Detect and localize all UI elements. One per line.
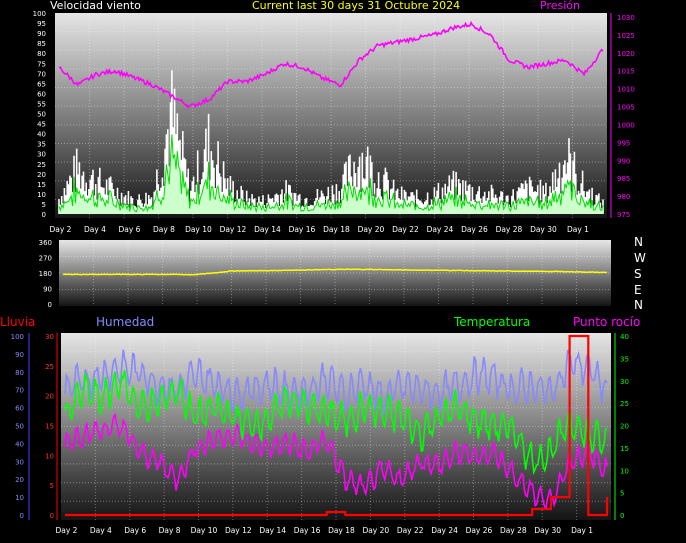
pressure-y-tick-label: 1005 bbox=[617, 104, 635, 112]
temperature-y-tick-label: 30 bbox=[620, 378, 629, 386]
wind-x-tick-label: Day 22 bbox=[392, 225, 419, 234]
climate-x-tick-label: Day 14 bbox=[259, 526, 286, 535]
pressure-y-tick-label: 985 bbox=[617, 175, 630, 183]
wind-x-tick-label: Day 6 bbox=[118, 225, 140, 234]
temperature-y-tick-label: 0 bbox=[620, 512, 624, 520]
wind-x-tick-label: Day 8 bbox=[153, 225, 175, 234]
pressure-y-tick-label: 1025 bbox=[617, 32, 635, 40]
rain-y-tick-label: 20 bbox=[45, 393, 54, 401]
humidity-y-tick-label: 10 bbox=[15, 494, 24, 502]
climate-x-tick-label: Day 30 bbox=[534, 526, 561, 535]
temperature-y-tick-label: 40 bbox=[620, 333, 629, 341]
rain-y-tick-label: 5 bbox=[50, 482, 54, 490]
humidity-y-tick-label: 40 bbox=[15, 440, 24, 448]
humidity-y-tick-label: 60 bbox=[15, 405, 24, 413]
wind-x-tick-label: Day 18 bbox=[323, 225, 350, 234]
temperature-y-tick-label: 5 bbox=[620, 490, 624, 498]
direction-y-tick-label: 90 bbox=[43, 286, 52, 294]
wind-y-tick-label: 60 bbox=[37, 90, 46, 98]
rain-y-tick-label: 25 bbox=[45, 363, 54, 371]
wind-x-tick-label: Day 26 bbox=[461, 225, 488, 234]
wind-x-tick-label: Day 4 bbox=[84, 225, 106, 234]
humidity-y-tick-label: 0 bbox=[20, 512, 24, 520]
wind-x-tick-label: Day 16 bbox=[289, 225, 316, 234]
wind-y-tick-label: 90 bbox=[37, 30, 46, 38]
climate-x-tick-label: Day 20 bbox=[362, 526, 389, 535]
humidity-y-tick-label: 100 bbox=[11, 333, 24, 341]
charts-canvas: 0510152025303540455055606570758085909510… bbox=[11, 10, 635, 535]
wind-x-tick-label: Day 14 bbox=[254, 225, 281, 234]
temperature-y-tick-label: 15 bbox=[620, 445, 629, 453]
rain-y-tick-label: 0 bbox=[50, 512, 54, 520]
humidity-y-tick-label: 80 bbox=[15, 369, 24, 377]
pressure-y-tick-label: 1015 bbox=[617, 68, 635, 76]
pressure-y-tick-label: 1010 bbox=[617, 86, 635, 94]
pressure-y-tick-label: 980 bbox=[617, 193, 630, 201]
wind-y-tick-label: 95 bbox=[37, 20, 46, 28]
pressure-y-tick-label: 1020 bbox=[617, 50, 635, 58]
rain-y-tick-label: 15 bbox=[45, 423, 54, 431]
wind-y-tick-label: 55 bbox=[37, 100, 46, 108]
wind-y-tick-label: 70 bbox=[37, 70, 46, 78]
wind-y-tick-label: 40 bbox=[37, 131, 46, 139]
wind-y-tick-label: 100 bbox=[33, 10, 46, 18]
rain-y-tick-label: 30 bbox=[45, 333, 54, 341]
wind-y-tick-label: 65 bbox=[37, 80, 46, 88]
pressure-y-tick-label: 1000 bbox=[617, 121, 635, 129]
wind-y-tick-label: 20 bbox=[37, 171, 46, 179]
wind-x-tick-label: Day 10 bbox=[185, 225, 212, 234]
humidity-y-tick-label: 50 bbox=[15, 423, 24, 431]
temperature-y-tick-label: 25 bbox=[620, 400, 629, 408]
rain-y-tick-label: 10 bbox=[45, 452, 54, 460]
climate-x-tick-label: Day 26 bbox=[466, 526, 493, 535]
wind-y-tick-label: 0 bbox=[42, 211, 46, 219]
weather-chart-page: { "header": { "wind_label": "Velocidad v… bbox=[0, 0, 686, 543]
direction-y-tick-label: 180 bbox=[39, 270, 52, 278]
climate-x-tick-label: Day 2 bbox=[55, 526, 77, 535]
wind-y-tick-label: 15 bbox=[37, 181, 46, 189]
wind-x-tick-label: Day 2 bbox=[49, 225, 71, 234]
pressure-y-tick-label: 995 bbox=[617, 139, 630, 147]
wind-x-tick-label: Day 28 bbox=[496, 225, 523, 234]
climate-x-tick-label: Day 28 bbox=[500, 526, 527, 535]
climate-x-tick-label: Day 10 bbox=[191, 526, 218, 535]
climate-x-tick-label: Day 16 bbox=[294, 526, 321, 535]
humidity-y-tick-label: 70 bbox=[15, 387, 24, 395]
direction-y-tick-label: 0 bbox=[48, 301, 52, 309]
pressure-y-tick-label: 990 bbox=[617, 157, 630, 165]
wind-y-tick-label: 50 bbox=[37, 111, 46, 119]
climate-x-tick-label: Day 18 bbox=[328, 526, 355, 535]
pressure-y-tick-label: 1030 bbox=[617, 14, 635, 22]
temperature-y-tick-label: 35 bbox=[620, 355, 629, 363]
climate-x-tick-label: Day 8 bbox=[159, 526, 181, 535]
wind-y-tick-label: 10 bbox=[37, 191, 46, 199]
wind-x-tick-label: Day 30 bbox=[530, 225, 557, 234]
climate-x-tick-label: Day 4 bbox=[90, 526, 112, 535]
climate-x-tick-label: Day 6 bbox=[124, 526, 146, 535]
wind-y-tick-label: 5 bbox=[42, 201, 46, 209]
wind-y-tick-label: 30 bbox=[37, 151, 46, 159]
pressure-y-tick-label: 975 bbox=[617, 211, 630, 219]
climate-x-tick-label: Day 24 bbox=[431, 526, 458, 535]
humidity-y-tick-label: 90 bbox=[15, 351, 24, 359]
wind-y-tick-label: 80 bbox=[37, 50, 46, 58]
humidity-y-tick-label: 20 bbox=[15, 476, 24, 484]
direction-y-tick-label: 360 bbox=[39, 239, 52, 247]
wind-x-tick-label: Day 24 bbox=[427, 225, 454, 234]
temperature-y-tick-label: 10 bbox=[620, 467, 629, 475]
wind-x-tick-label: Day 1 bbox=[567, 225, 589, 234]
wind-x-tick-label: Day 12 bbox=[220, 225, 247, 234]
wind-y-tick-label: 25 bbox=[37, 161, 46, 169]
wind-y-tick-label: 45 bbox=[37, 121, 46, 129]
climate-x-tick-label: Day 1 bbox=[571, 526, 593, 535]
direction-y-tick-label: 270 bbox=[39, 255, 52, 263]
climate-x-tick-label: Day 22 bbox=[397, 526, 424, 535]
wind-y-tick-label: 35 bbox=[37, 141, 46, 149]
temperature-y-tick-label: 20 bbox=[620, 423, 629, 431]
wind-x-tick-label: Day 20 bbox=[358, 225, 385, 234]
humidity-y-tick-label: 30 bbox=[15, 458, 24, 466]
wind-y-tick-label: 75 bbox=[37, 60, 46, 68]
climate-x-tick-label: Day 12 bbox=[225, 526, 252, 535]
wind-y-tick-label: 85 bbox=[37, 40, 46, 48]
